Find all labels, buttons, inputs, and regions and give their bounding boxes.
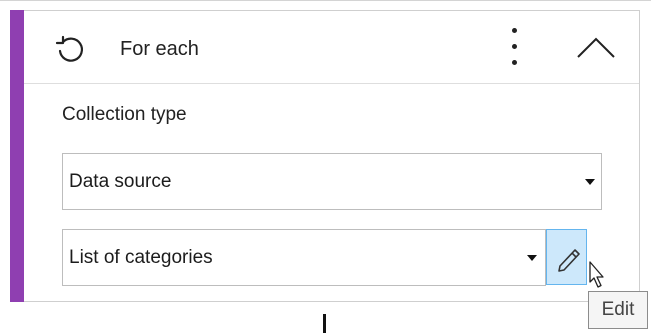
more-dot bbox=[512, 44, 517, 49]
chevron-up-icon bbox=[577, 37, 615, 58]
mouse-cursor-icon bbox=[589, 261, 604, 288]
data-source-select[interactable]: List of categories bbox=[62, 229, 546, 286]
more-vertical-icon bbox=[512, 28, 517, 33]
top-divider bbox=[0, 0, 651, 1]
data-source-value: List of categories bbox=[69, 247, 213, 268]
collapse-button[interactable] bbox=[570, 25, 622, 69]
collection-type-value: Data source bbox=[69, 171, 172, 192]
edit-button[interactable] bbox=[546, 229, 587, 285]
step-title: For each bbox=[120, 38, 199, 60]
edit-tooltip: Edit bbox=[588, 291, 648, 329]
more-dot bbox=[512, 60, 517, 65]
pencil-icon bbox=[558, 249, 580, 272]
more-options-button[interactable] bbox=[504, 25, 524, 69]
card-header[interactable]: For each bbox=[24, 11, 639, 84]
collection-type-select[interactable]: Data source bbox=[62, 153, 602, 210]
collection-type-label: Collection type bbox=[62, 104, 187, 125]
flow-connector bbox=[323, 314, 326, 333]
loop-icon bbox=[55, 35, 83, 62]
dropdown-caret-icon bbox=[527, 255, 537, 261]
page: For each Collection type Data source Lis… bbox=[0, 0, 651, 333]
step-accent-bar bbox=[10, 10, 24, 302]
dropdown-caret-icon bbox=[585, 179, 595, 185]
